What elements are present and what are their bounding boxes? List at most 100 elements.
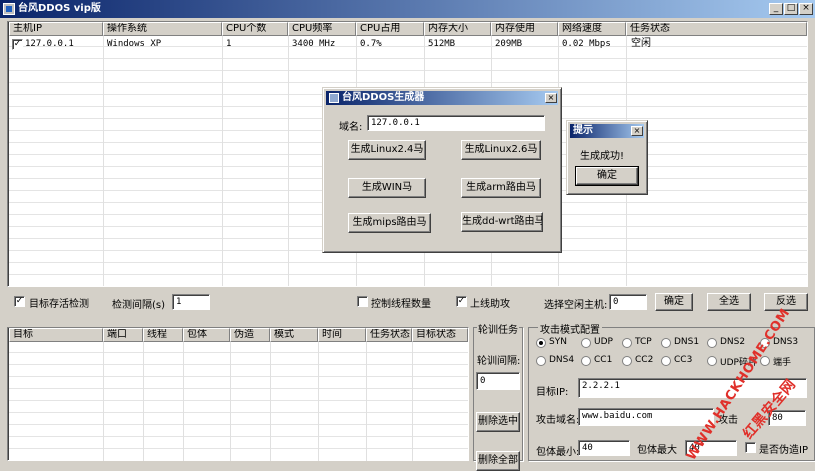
select-idle-input[interactable]: 0 [609,294,647,310]
gen-mips-router-button[interactable]: 生成mips路由马 [348,213,431,233]
host-cell-task-status: 空闲 [631,38,651,49]
mode-handshake-label: 端手 [773,358,792,368]
generator-title: 台风DDOS生成器 [342,92,425,103]
interval-label: 检测间隔(s) [112,300,166,311]
task-col-target[interactable]: 目标 [9,328,103,342]
mode-udp-fragment-radio[interactable] [707,356,717,366]
col-header-os[interactable]: 操作系统 [103,22,222,36]
host-cell-cpu-count: 1 [226,39,232,49]
mode-udp-label: UDP [594,337,613,347]
col-header-cpu-freq[interactable]: CPU频率 [288,22,356,36]
thread-control-checkbox[interactable] [357,296,368,307]
col-header-mem-used[interactable]: 内存使用 [491,22,558,36]
col-header-cpu-usage[interactable]: CPU占用 [356,22,424,36]
col-divider [366,341,367,461]
col-divider [183,341,184,461]
mode-dns2-radio[interactable] [707,338,717,348]
col-divider [318,341,319,461]
task-col-threads[interactable]: 线程 [143,328,183,342]
rotation-interval-label: 轮训间隔: [477,356,521,367]
delete-all-button[interactable]: 删除全部 [476,451,520,471]
target-ip-label: 目标IP: [536,387,569,398]
prompt-dialog: 提示 × 生成成功! 确定 [566,120,648,195]
col-header-cpu-count[interactable]: CPU个数 [222,22,288,36]
mode-dns1-radio[interactable] [661,338,671,348]
window-titlebar: 台风DDOS vip版 [0,0,815,18]
mode-syn-label: SYN [549,337,567,347]
task-col-mode[interactable]: 模式 [270,328,318,342]
task-col-spoof[interactable]: 伪造 [230,328,270,342]
rotation-interval-input[interactable]: 0 [476,372,520,390]
host-cell-cpu-usage: 0.7% [360,39,382,49]
target-check-label: 目标存活检测 [29,299,89,310]
packet-min-label: 包体最小: [536,447,580,458]
col-header-host-ip[interactable]: 主机IP [9,22,103,36]
host-cell-net-speed: 0.02 Mbps [562,39,611,49]
packet-min-input[interactable]: 40 [578,440,630,456]
task-col-port[interactable]: 端口 [103,328,143,342]
task-col-task-status[interactable]: 任务状态 [366,328,412,342]
window-title: 台风DDOS vip版 [18,3,101,14]
prompt-ok-button[interactable]: 确定 [575,166,639,186]
target-check-checkbox[interactable]: ✓ [14,296,25,307]
mode-dns4-label: DNS4 [549,355,575,365]
col-divider [222,36,223,286]
host-cell-os: Windows XP [107,39,162,49]
packet-max-label: 包体最大 [637,445,677,456]
attack-domain-input[interactable]: www.baidu.com [578,408,714,426]
generator-dialog-icon [329,93,339,103]
invert-selection-button[interactable]: 反选 [764,293,808,311]
gen-arm-router-button[interactable]: 生成arm路由马 [461,178,541,198]
interval-input[interactable]: 1 [172,294,210,310]
task-table[interactable] [7,327,469,461]
col-header-net-speed[interactable]: 网络速度 [558,22,626,36]
app-icon [3,3,15,15]
gen-linux26-button[interactable]: 生成Linux2.6马 [461,140,541,160]
mode-cc1-label: CC1 [594,355,613,365]
task-col-target-status[interactable]: 目标状态 [412,328,468,342]
host-cell-mem-used: 209MB [495,39,523,49]
col-divider [412,341,413,461]
generator-domain-label: 域名: [339,122,363,133]
host-cell-ip: 127.0.0.1 [25,39,74,49]
generator-close-button[interactable]: × [545,93,557,103]
gen-ddwrt-router-button[interactable]: 生成dd-wrt路由马 [461,212,543,232]
host-row-checkbox[interactable]: ✓ [12,39,23,50]
col-divider [143,341,144,461]
gen-linux24-button[interactable]: 生成Linux2.4马 [348,140,426,160]
online-assist-checkbox[interactable]: ✓ [456,296,467,307]
spoof-ip-checkbox[interactable] [745,442,756,453]
col-header-task-status[interactable]: 任务状态 [626,22,807,36]
task-col-packet[interactable]: 包体 [183,328,230,342]
mode-syn-radio[interactable] [536,338,546,348]
col-divider [103,36,104,286]
attack-domain-label: 攻击域名: [536,415,580,426]
task-col-time[interactable]: 时间 [318,328,366,342]
select-idle-label: 选择空闲主机: [544,300,608,311]
delete-selected-button[interactable]: 删除选中 [476,412,520,432]
mode-dns4-radio[interactable] [536,356,546,366]
host-cell-mem-size: 512MB [428,39,456,49]
mode-tcp-label: TCP [635,337,652,347]
mode-tcp-radio[interactable] [622,338,632,348]
col-divider [288,36,289,286]
gen-win-button[interactable]: 生成WIN马 [348,178,426,198]
col-divider [103,341,104,461]
generator-domain-input[interactable]: 127.0.0.1 [367,115,545,131]
mode-cc2-radio[interactable] [622,356,632,366]
mode-cc1-radio[interactable] [581,356,591,366]
confirm-button[interactable]: 确定 [655,293,693,311]
close-button[interactable]: × [799,3,813,15]
mode-cc2-label: CC2 [635,355,654,365]
prompt-close-button[interactable]: × [631,126,643,136]
mode-cc3-radio[interactable] [661,356,671,366]
maximize-button[interactable]: □ [784,3,798,15]
mode-udp-radio[interactable] [581,338,591,348]
mode-dns1-label: DNS1 [674,337,700,347]
prompt-title: 提示 [573,125,593,136]
minimize-button[interactable]: _ [769,3,783,15]
rotation-title: 轮训任务 [477,321,519,336]
col-header-mem-size[interactable]: 内存大小 [424,22,491,36]
mode-cc3-label: CC3 [674,355,693,365]
select-all-button[interactable]: 全选 [707,293,751,311]
